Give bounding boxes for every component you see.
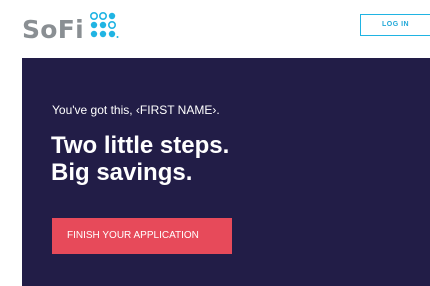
sofi-logo-dots-icon [90,12,119,38]
finish-application-button[interactable]: FINISH YOUR APPLICATION [52,218,232,254]
sofi-logo[interactable]: SoFi [22,11,122,47]
logo-wordmark: SoFi [22,14,85,44]
site-header: SoFi LOG IN [0,0,430,58]
hero-headline: Two little steps. Big savings. [51,132,229,186]
greeting-text: You've got this, ‹FIRST NAME›. [52,103,220,117]
hero-banner: You've got this, ‹FIRST NAME›. Two littl… [22,58,430,286]
headline-line-1: Two little steps. [51,132,230,159]
login-button[interactable]: LOG IN [360,14,430,36]
headline-line-2: Big savings. [51,159,193,186]
